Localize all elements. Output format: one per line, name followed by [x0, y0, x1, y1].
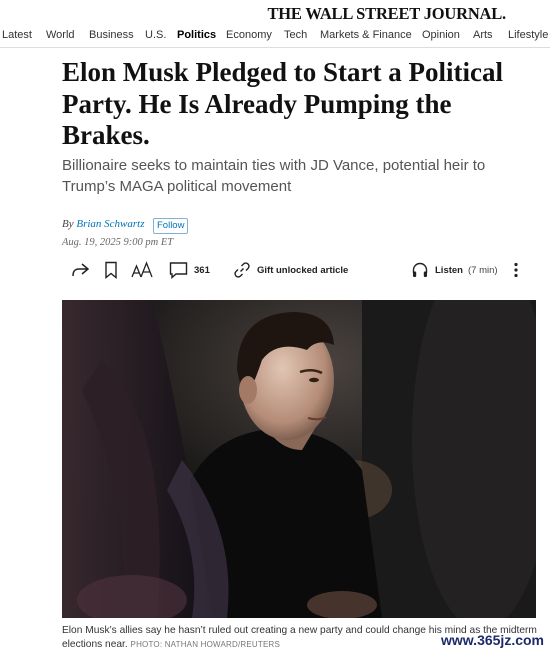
- bookmark-icon: [105, 261, 117, 279]
- headphones-icon: [412, 262, 428, 277]
- nav-item-world[interactable]: World: [46, 29, 75, 41]
- gift-link-icon: [234, 262, 250, 278]
- gift-label: Gift unlocked article: [257, 264, 349, 276]
- comments-button[interactable]: 361: [169, 258, 210, 282]
- share-icon: [72, 263, 90, 277]
- byline: By Brian Schwartz: [62, 218, 145, 230]
- author-link[interactable]: Brian Schwartz: [76, 218, 144, 230]
- masthead-logo[interactable]: THE WALL STREET JOURNAL.: [267, 4, 506, 24]
- nav-item-business[interactable]: Business: [89, 29, 134, 41]
- follow-button[interactable]: Follow: [153, 218, 189, 234]
- more-vertical-icon: [514, 262, 518, 278]
- nav-item-latest[interactable]: Latest: [2, 29, 32, 41]
- share-button[interactable]: [70, 258, 90, 282]
- section-nav: Latest World Business U.S. Politics Econ…: [0, 26, 550, 46]
- nav-item-lifestyle[interactable]: Lifestyle: [508, 29, 548, 41]
- nav-item-economy[interactable]: Economy: [226, 29, 272, 41]
- listen-duration: (7 min): [467, 264, 498, 276]
- nav-divider: [0, 47, 550, 48]
- listen-button[interactable]: Listen (7 min): [411, 258, 498, 282]
- more-options-button[interactable]: [512, 258, 520, 282]
- article-toolbar: 361 Gift unlocked article Listen (7 min): [62, 258, 536, 282]
- comment-icon: [169, 262, 188, 279]
- site-watermark: www.365jz.com: [441, 632, 544, 648]
- gift-article-button[interactable]: Gift unlocked article: [233, 258, 348, 282]
- article-headline: Elon Musk Pledged to Start a Political P…: [62, 57, 503, 150]
- text-size-icon: [131, 261, 153, 278]
- nav-item-us[interactable]: U.S.: [145, 29, 166, 41]
- publish-date: Aug. 19, 2025 9:00 pm ET: [62, 237, 174, 248]
- comment-count: 361: [194, 264, 210, 276]
- masthead[interactable]: THE WALL STREET JOURNAL.: [0, 2, 550, 24]
- save-button[interactable]: [104, 258, 118, 282]
- nav-item-arts[interactable]: Arts: [473, 29, 493, 41]
- nav-item-tech[interactable]: Tech: [284, 29, 307, 41]
- nav-item-markets-finance[interactable]: Markets & Finance: [320, 29, 412, 41]
- photo-credit: PHOTO: NATHAN HOWARD/REUTERS: [130, 640, 281, 649]
- listen-label: Listen: [435, 264, 463, 276]
- article-photo[interactable]: [62, 300, 536, 618]
- nav-item-opinion[interactable]: Opinion: [422, 29, 460, 41]
- text-size-button[interactable]: [131, 258, 153, 282]
- byline-prefix: By: [62, 218, 74, 230]
- nav-item-politics[interactable]: Politics: [177, 29, 216, 41]
- article-dek: Billionaire seeks to maintain ties with …: [62, 157, 486, 195]
- photo-scene: [62, 300, 536, 618]
